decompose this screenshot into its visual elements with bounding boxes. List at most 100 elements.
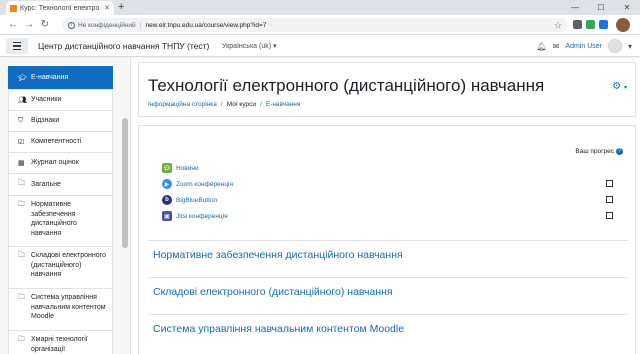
site-name[interactable]: Центр дистанційного навчання ТНПУ (тест) xyxy=(38,41,209,51)
drawer-toggle-button[interactable] xyxy=(6,38,28,54)
activity-label: BigBlueButton xyxy=(176,196,218,204)
menu-icon-bar xyxy=(13,48,21,51)
activity-news[interactable]: 💬︎ Новини xyxy=(162,163,199,173)
menu-icon-bar xyxy=(13,45,21,47)
gear-icon[interactable]: ⚙ ▾ xyxy=(612,81,627,92)
course-header: Технології електронного (дистанційного) … xyxy=(138,62,636,117)
section-title[interactable]: Нормативне забезпечення дистанційного на… xyxy=(153,249,403,261)
bookmark-star-icon[interactable]: ☆ xyxy=(554,20,562,31)
folder-icon: 🗀︎ xyxy=(18,201,25,208)
folder-icon: 🗀︎ xyxy=(18,336,25,343)
drawer-item-label: Нормативне забезпечення дистанційного на… xyxy=(31,201,77,237)
forward-icon[interactable]: → xyxy=(22,18,36,32)
drawer-item-e-learning[interactable]: 🎓︎ Е-навчання xyxy=(8,66,113,89)
activity-zoom[interactable]: ▶ Zoom конференція xyxy=(162,179,233,189)
activity-bigbluebutton[interactable]: b BigBlueButton xyxy=(162,195,217,205)
activity-label: Новини xyxy=(176,164,199,172)
chevron-down-icon: ▾ xyxy=(273,43,277,50)
help-icon[interactable]: ? xyxy=(616,148,623,155)
language-menu[interactable]: Українська (uk) ▾ xyxy=(222,42,277,50)
graduation-cap-icon: 🎓︎ xyxy=(18,75,27,82)
shield-icon: ⛉ xyxy=(18,117,24,124)
completion-checkbox[interactable] xyxy=(606,196,613,203)
back-icon[interactable]: ← xyxy=(6,18,20,32)
jitsi-icon: ▣ xyxy=(162,211,172,221)
browser-tabstrip: Курс: Технології електро ✕ + — ☐ ✕ xyxy=(0,0,640,15)
course-section: Нормативне забезпечення дистанційного на… xyxy=(148,240,628,277)
page-title: Технології електронного (дистанційного) … xyxy=(148,76,545,95)
breadcrumb-link[interactable]: Мої курси xyxy=(227,101,256,108)
drawer-item-label: Загальне xyxy=(31,180,61,188)
table-icon: ▦ xyxy=(18,160,25,167)
breadcrumb-separator: / xyxy=(260,101,262,108)
user-name[interactable]: Admin User xyxy=(565,43,602,50)
drawer-item-grades[interactable]: ▦ Журнал оцінок xyxy=(8,152,113,173)
extension-icon[interactable] xyxy=(599,20,608,29)
drawer-scrollbar[interactable] xyxy=(122,118,128,248)
drawer-item-participants[interactable]: 👥︎ Учасники xyxy=(8,89,113,110)
activity-label: Zoom конференція xyxy=(176,180,234,188)
drawer-item-label: Відзнаки xyxy=(31,117,60,125)
security-label: Не конфіденційний xyxy=(78,21,136,29)
moodle-navbar: Центр дистанційного навчання ТНПУ (тест)… xyxy=(0,35,640,57)
browser-toolbar: ← → ↻ i Не конфіденційний | new.elr.tnpu… xyxy=(0,15,640,35)
info-icon[interactable]: i xyxy=(68,21,75,29)
folder-icon: 🗀︎ xyxy=(18,294,25,301)
bell-icon[interactable]: 🔔︎ xyxy=(537,42,547,51)
breadcrumb-link[interactable]: Інформаційна сторінка xyxy=(148,101,217,108)
extension-icon[interactable] xyxy=(573,20,582,29)
folder-icon: 🗀︎ xyxy=(18,180,25,187)
nav-drawer: 🎓︎ Е-навчання 👥︎ Учасники ⛉ Відзнаки ☑ К… xyxy=(0,58,131,354)
minimize-icon[interactable]: — xyxy=(562,0,588,15)
reload-icon[interactable]: ↻ xyxy=(38,18,52,32)
language-label: Українська (uk) xyxy=(222,43,272,50)
url-text[interactable]: new.elr.tnpu.edu.ua/course/view.php?id=7 xyxy=(146,22,267,29)
profile-avatar-icon[interactable] xyxy=(616,18,630,32)
address-bar[interactable]: i Не конфіденційний | new.elr.tnpu.edu.u… xyxy=(62,18,568,32)
browser-tab[interactable]: Курс: Технології електро ✕ xyxy=(6,1,114,15)
drawer-item-label: Складові електронного (дистанційного) на… xyxy=(30,252,106,278)
drawer-item-section-1[interactable]: 🗀︎ Нормативне забезпечення дистанційного… xyxy=(8,195,113,246)
drawer-item-label: Компетентності xyxy=(31,138,82,146)
drawer-item-section-3[interactable]: 🗀︎ Система управління навчальним контент… xyxy=(8,288,113,330)
completion-checkbox[interactable] xyxy=(606,212,613,219)
browser-tab-title: Курс: Технології електро xyxy=(20,4,100,12)
drawer-item-label: Е-навчання xyxy=(31,74,69,82)
drawer-item-label: Хмарні технології організації xyxy=(31,336,88,353)
drawer-item-label: Журнал оцінок xyxy=(31,159,79,167)
drawer-item-label: Учасники xyxy=(31,96,62,104)
forum-icon: 💬︎ xyxy=(162,163,172,173)
activity-label: Jitsi конференція xyxy=(176,212,228,220)
course-section: Складові електронного (дистанційного) на… xyxy=(148,277,628,314)
message-icon[interactable]: ✉︎ xyxy=(553,42,560,51)
drawer-item-badges[interactable]: ⛉ Відзнаки xyxy=(8,110,113,131)
zoom-icon: ▶ xyxy=(162,179,172,189)
progress-label: Ваш прогрес ? xyxy=(575,148,623,155)
avatar[interactable] xyxy=(607,39,622,53)
extension-icon[interactable] xyxy=(586,20,595,29)
breadcrumb-separator: / xyxy=(220,101,223,108)
drawer-item-label: Система управління навчальним контентом … xyxy=(31,294,106,320)
drawer-item-competencies[interactable]: ☑ Компетентності xyxy=(8,131,113,152)
drawer-item-general[interactable]: 🗀︎ Загальне xyxy=(8,173,113,195)
section-title[interactable]: Система управління навчальним контентом … xyxy=(153,323,404,335)
course-section: Система управління навчальним контентом … xyxy=(148,314,628,354)
bigbluebutton-icon: b xyxy=(162,195,172,205)
drawer-item-section-2[interactable]: 🗀︎ Складові електронного (дистанційного)… xyxy=(8,246,113,288)
close-window-icon[interactable]: ✕ xyxy=(614,0,640,15)
breadcrumb-link[interactable]: Е-навчання xyxy=(266,101,301,108)
close-tab-icon[interactable]: ✕ xyxy=(104,4,110,12)
drawer-item-section-4[interactable]: 🗀︎ Хмарні технології організації xyxy=(8,330,113,354)
maximize-icon[interactable]: ☐ xyxy=(588,0,614,15)
section-title[interactable]: Складові електронного (дистанційного) на… xyxy=(153,286,393,298)
navbar-user-area: 🔔︎ ✉︎ Admin User ▾ xyxy=(537,38,632,54)
course-content: Ваш прогрес ? 💬︎ Новини ▶ Zoom конференц… xyxy=(138,125,636,354)
moodle-favicon-icon xyxy=(10,4,17,12)
address-separator: | xyxy=(139,21,142,29)
new-tab-button[interactable]: + xyxy=(118,1,124,14)
activity-jitsi[interactable]: ▣ Jitsi конференція xyxy=(162,211,228,221)
chevron-down-icon[interactable]: ▾ xyxy=(628,42,632,51)
menu-icon-bar xyxy=(13,41,21,44)
completion-checkbox[interactable] xyxy=(606,180,613,187)
users-icon: 👥︎ xyxy=(18,97,27,104)
